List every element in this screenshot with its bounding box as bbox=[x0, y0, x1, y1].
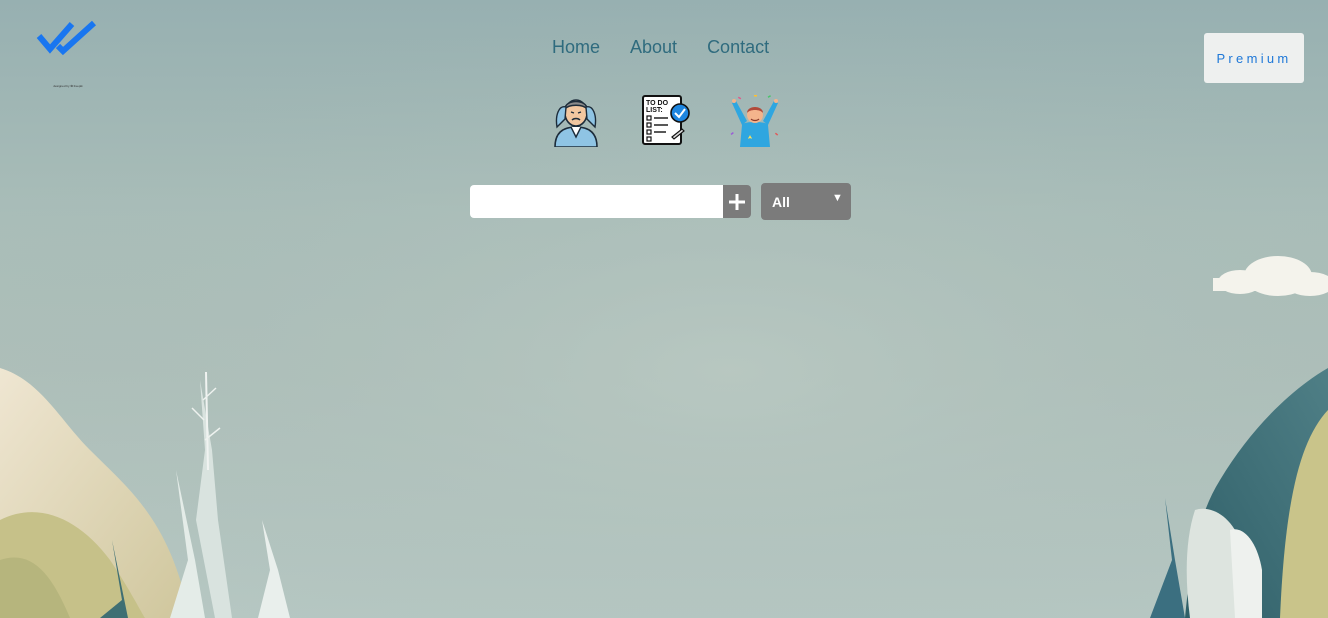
filter-select[interactable]: All ▼ bbox=[761, 183, 851, 220]
logo[interactable] bbox=[36, 18, 98, 60]
todo-list-checklist-icon: TO DO LIST: bbox=[642, 95, 690, 145]
nav-link-contact[interactable]: Contact bbox=[707, 37, 769, 58]
premium-button[interactable]: Premium bbox=[1204, 33, 1304, 83]
caret-down-icon: ▼ bbox=[832, 192, 843, 204]
nav-link-home[interactable]: Home bbox=[552, 37, 600, 58]
add-todo-button[interactable] bbox=[723, 185, 751, 218]
svg-text:LIST:: LIST: bbox=[646, 107, 663, 114]
double-check-icon bbox=[36, 20, 97, 56]
plus-icon bbox=[729, 193, 745, 210]
app-page: designed by ✿ freepik Home About Contact… bbox=[0, 0, 1328, 618]
nav-link-about[interactable]: About bbox=[630, 37, 677, 58]
todo-form bbox=[470, 185, 751, 218]
svg-text:TO DO: TO DO bbox=[646, 100, 669, 107]
todo-input[interactable] bbox=[470, 185, 723, 218]
main-nav: Home About Contact bbox=[552, 37, 769, 58]
filter-selected-value: All bbox=[772, 194, 790, 210]
stressed-person-icon bbox=[554, 99, 598, 147]
celebrating-person-icon bbox=[730, 95, 779, 147]
logo-caption: designed by ✿ freepik bbox=[53, 84, 83, 88]
